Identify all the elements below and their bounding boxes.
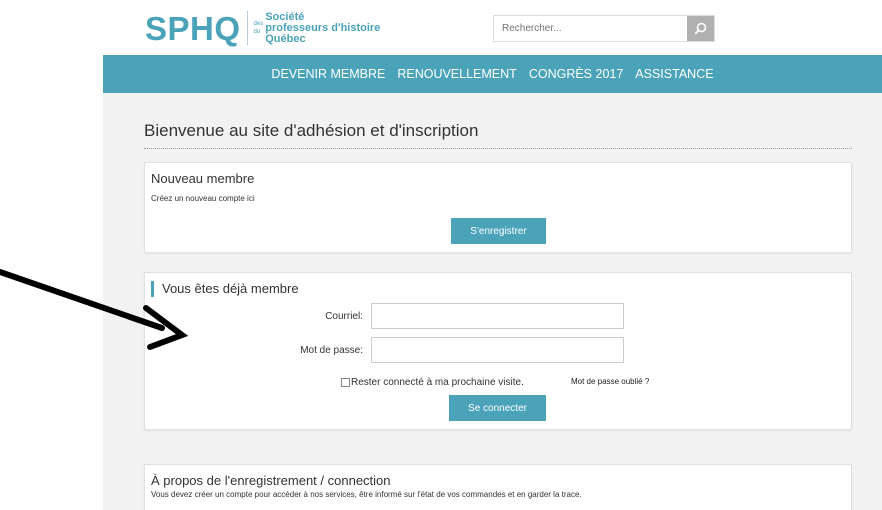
logo-line-1: Société	[265, 10, 305, 23]
nav-congres-2017[interactable]: CONGRÈS 2017	[529, 67, 623, 81]
remember-me[interactable]: Rester connecté à ma prochaine visite.	[341, 377, 524, 388]
page-title: Bienvenue au site d'adhésion et d'inscri…	[144, 121, 479, 140]
login-button[interactable]: Se connecter	[449, 395, 546, 421]
logo-line-2: professeurs d'histoire	[265, 21, 381, 34]
forgot-password-link[interactable]: Mot de passe oublié ?	[571, 377, 649, 386]
register-button[interactable]: S'enregistrer	[451, 218, 546, 244]
site-logo[interactable]: SPHQ des du Société professeurs d'histoi…	[145, 8, 380, 48]
logo-small-words: des du	[254, 20, 264, 36]
logo-text: Société professeurs d'histoire Québec	[265, 10, 381, 45]
title-divider	[144, 148, 852, 149]
logo-line-3: Québec	[265, 32, 306, 45]
nav-renouvellement[interactable]: RENOUVELLEMENT	[397, 67, 516, 81]
nav-devenir-membre[interactable]: DEVENIR MEMBRE	[271, 67, 385, 81]
about-text: Vous devez créer un compte pour accéder …	[151, 490, 582, 499]
annotation-arrow-icon	[0, 269, 189, 350]
logo-small-top: des	[253, 21, 264, 27]
login-card: Vous êtes déjà membre Courriel: Mot de p…	[144, 272, 852, 430]
password-field[interactable]	[371, 337, 624, 363]
email-label: Courriel:	[325, 311, 363, 322]
search-button[interactable]	[687, 16, 714, 41]
logo-mark: SPHQ	[145, 9, 241, 47]
remember-label: Rester connecté à ma prochaine visite.	[351, 377, 524, 388]
password-label: Mot de passe:	[300, 345, 363, 356]
about-card: À propos de l'enregistrement / connectio…	[144, 464, 852, 510]
search-input[interactable]	[494, 16, 687, 41]
main-nav: DEVENIR MEMBRE RENOUVELLEMENT CONGRÈS 20…	[103, 55, 882, 93]
new-member-title: Nouveau membre	[151, 171, 255, 186]
email-field[interactable]	[371, 303, 624, 329]
new-member-subtitle: Créez un nouveau compte ici	[151, 194, 255, 203]
nav-assistance[interactable]: ASSISTANCE	[635, 67, 713, 81]
new-member-card: Nouveau membre Créez un nouveau compte i…	[144, 162, 852, 253]
remember-checkbox[interactable]	[341, 378, 350, 387]
about-title: À propos de l'enregistrement / connectio…	[151, 473, 391, 488]
logo-small-bottom: du	[253, 29, 261, 35]
search-icon	[694, 22, 707, 35]
search-box	[493, 15, 715, 42]
logo-separator	[246, 11, 248, 45]
